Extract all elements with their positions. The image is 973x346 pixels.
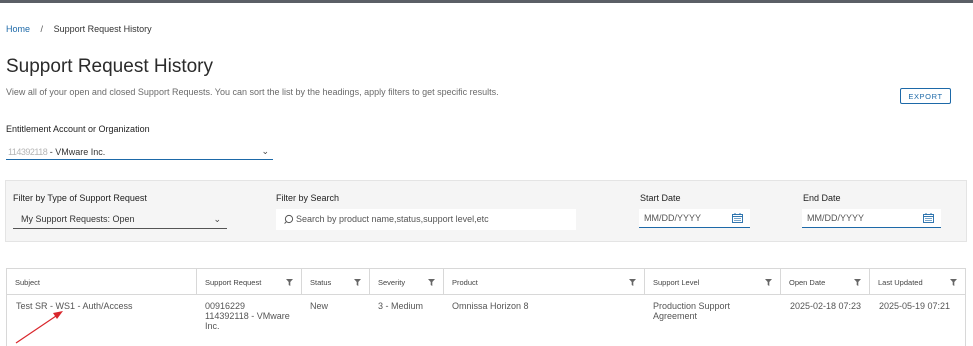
start-date-label: Start Date: [640, 193, 681, 203]
column-header-label: Status: [310, 278, 332, 287]
column-header-label: Severity: [378, 278, 406, 287]
breadcrumb: Home / Support Request History: [6, 24, 152, 34]
cell-support-level: Production Support Agreement: [653, 301, 730, 321]
column-header-open-date[interactable]: Open Date: [781, 269, 870, 294]
sr-number: 00916229: [205, 301, 246, 311]
entitlement-redacted-id: 114392118: [8, 147, 48, 157]
filter-panel: Filter by Type of Support Request My Sup…: [5, 180, 967, 242]
search-field: [276, 209, 576, 230]
cell-subject[interactable]: Test SR - WS1 - Auth/Access: [16, 301, 133, 311]
cell-severity: 3 - Medium: [378, 301, 424, 311]
filter-icon[interactable]: [286, 279, 293, 286]
page-title: Support Request History: [6, 56, 213, 77]
table-header: Subject Support Request Status Severity …: [7, 269, 965, 295]
search-filter-label: Filter by Search: [276, 193, 340, 203]
column-header-support-request[interactable]: Support Request: [197, 269, 302, 294]
column-header-status[interactable]: Status: [302, 269, 370, 294]
cell-support-request[interactable]: 00916229 114392118 - VMware Inc.: [205, 301, 297, 331]
column-header-subject[interactable]: Subject: [7, 269, 197, 294]
filter-icon[interactable]: [428, 279, 435, 286]
column-header-label: Support Request: [205, 278, 262, 287]
cell-product: Omnissa Horizon 8: [452, 301, 529, 311]
end-date-label: End Date: [803, 193, 841, 203]
filter-icon[interactable]: [629, 279, 636, 286]
calendar-icon[interactable]: [923, 213, 934, 223]
support-level-line-1: Production Support: [653, 301, 731, 311]
chevron-down-icon: ⌄: [261, 146, 269, 156]
entitlement-value: 114392118 - VMware Inc.: [8, 147, 105, 157]
support-level-line-2: Agreement: [653, 311, 698, 321]
filter-icon[interactable]: [354, 279, 361, 286]
cell-last-updated: 2025-05-19 07:21: [879, 301, 951, 311]
filter-icon[interactable]: [950, 279, 957, 286]
search-icon: [284, 214, 294, 224]
start-date-input[interactable]: [644, 211, 744, 225]
top-bar: [0, 0, 973, 3]
entitlement-select[interactable]: 114392118 - VMware Inc. ⌄: [6, 143, 273, 160]
export-button[interactable]: EXPORT: [900, 88, 951, 104]
sr-org: Inc.: [205, 321, 220, 331]
start-date-field: [639, 209, 750, 228]
end-date-input[interactable]: [807, 211, 907, 225]
column-header-label: Product: [452, 278, 478, 287]
breadcrumb-current: Support Request History: [53, 24, 152, 34]
breadcrumb-home-link[interactable]: Home: [6, 24, 30, 34]
column-header-label: Subject: [15, 278, 41, 287]
calendar-icon[interactable]: [732, 213, 743, 223]
type-filter-select[interactable]: My Support Requests: Open ⌄: [13, 209, 227, 229]
column-header-product[interactable]: Product: [444, 269, 645, 294]
search-input[interactable]: [296, 211, 571, 227]
filter-icon[interactable]: [854, 279, 861, 286]
filter-icon[interactable]: [765, 279, 772, 286]
page-description: View all of your open and closed Support…: [6, 87, 499, 97]
chevron-down-icon: ⌄: [213, 214, 221, 224]
column-header-label: Open Date: [789, 278, 826, 287]
column-header-severity[interactable]: Severity: [370, 269, 444, 294]
entitlement-label: Entitlement Account or Organization: [6, 124, 150, 134]
column-header-label: Support Level: [653, 278, 700, 287]
end-date-field: [802, 209, 941, 228]
type-filter-label: Filter by Type of Support Request: [13, 193, 147, 203]
sr-account: 114392118 - VMware: [205, 311, 290, 321]
type-filter-value: My Support Requests: Open: [21, 214, 135, 224]
column-header-label: Last Updated: [878, 278, 923, 287]
support-request-table: Subject Support Request Status Severity …: [6, 268, 966, 346]
breadcrumb-separator: /: [40, 24, 44, 34]
column-header-last-updated[interactable]: Last Updated: [870, 269, 965, 294]
column-header-support-level[interactable]: Support Level: [645, 269, 781, 294]
entitlement-org: - VMware Inc.: [47, 147, 106, 157]
cell-open-date: 2025-02-18 07:23: [790, 301, 862, 311]
cell-status: New: [310, 301, 329, 311]
